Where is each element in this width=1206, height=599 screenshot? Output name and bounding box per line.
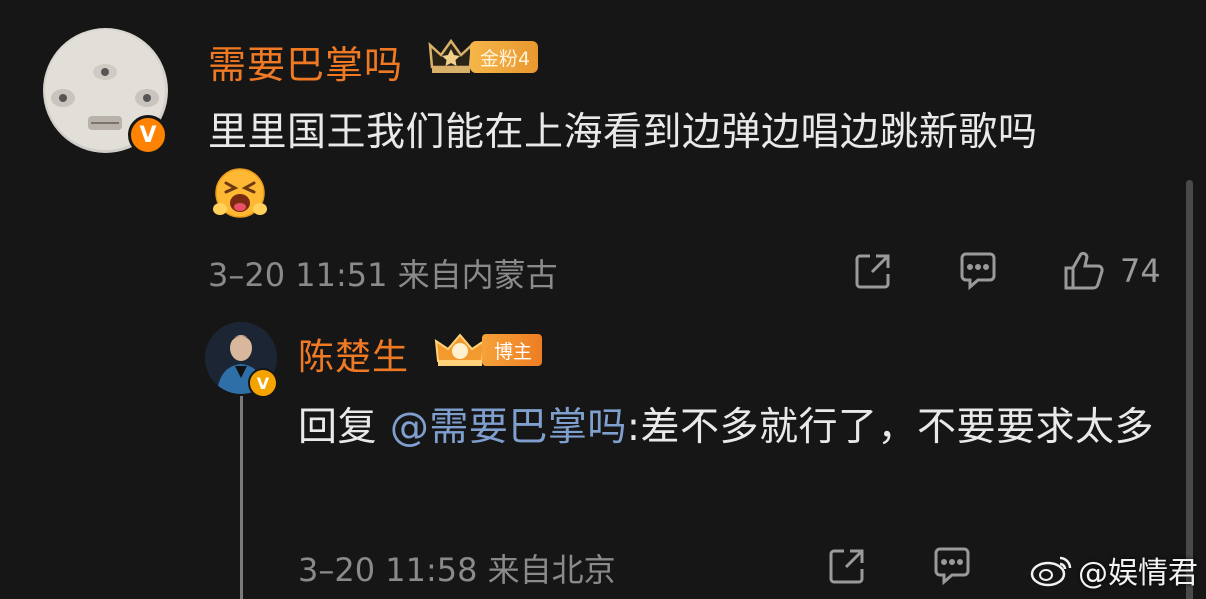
mention-link[interactable]: @需要巴掌吗 (390, 405, 627, 450)
watermark: @娱情君 (1030, 548, 1198, 592)
fan-badge[interactable]: 金粉4 (428, 37, 539, 77)
crown-icon (428, 38, 474, 73)
reply-username[interactable]: 陈楚生 (298, 328, 409, 380)
watermark-text: @娱情君 (1078, 556, 1198, 591)
like-icon (1064, 251, 1104, 290)
fan-badge-label: 金粉4 (470, 41, 539, 73)
crown-icon (434, 333, 486, 366)
scrollbar[interactable] (1186, 180, 1193, 599)
share-icon (855, 254, 890, 289)
reply-text: 回复 @需要巴掌吗:差不多就行了，不要要求太多 (298, 398, 1178, 458)
reply-meta: 3–20 11:58 来自北京 (298, 551, 616, 589)
scream-emoji-icon (213, 168, 267, 218)
reply-prefix: 回复 (298, 405, 390, 450)
verified-badge: V (128, 115, 168, 155)
comment-icon (934, 547, 970, 586)
reply-share-button[interactable] (826, 545, 868, 587)
blogger-badge-label: 博主 (482, 334, 543, 366)
comment-text: 里里国王我们能在上海看到边弹边唱边跳新歌吗 (208, 110, 1038, 155)
comment-meta: 3–20 11:51 来自内蒙古 (208, 256, 558, 294)
comment-icon (960, 252, 996, 291)
weibo-logo-icon (1030, 556, 1072, 587)
verified-badge: V (248, 368, 278, 398)
share-icon (829, 549, 864, 584)
comment-button[interactable] (956, 250, 1000, 292)
like-count: 74 (1120, 252, 1161, 290)
reply-comment-button[interactable] (930, 545, 974, 587)
share-button[interactable] (852, 250, 894, 292)
like-button[interactable]: 74 (1062, 250, 1161, 292)
thread-line (240, 396, 243, 599)
blogger-badge[interactable]: 博主 (432, 330, 543, 370)
comment-username[interactable]: 需要巴掌吗 (208, 34, 403, 89)
reply-body: :差不多就行了，不要要求太多 (626, 405, 1155, 450)
